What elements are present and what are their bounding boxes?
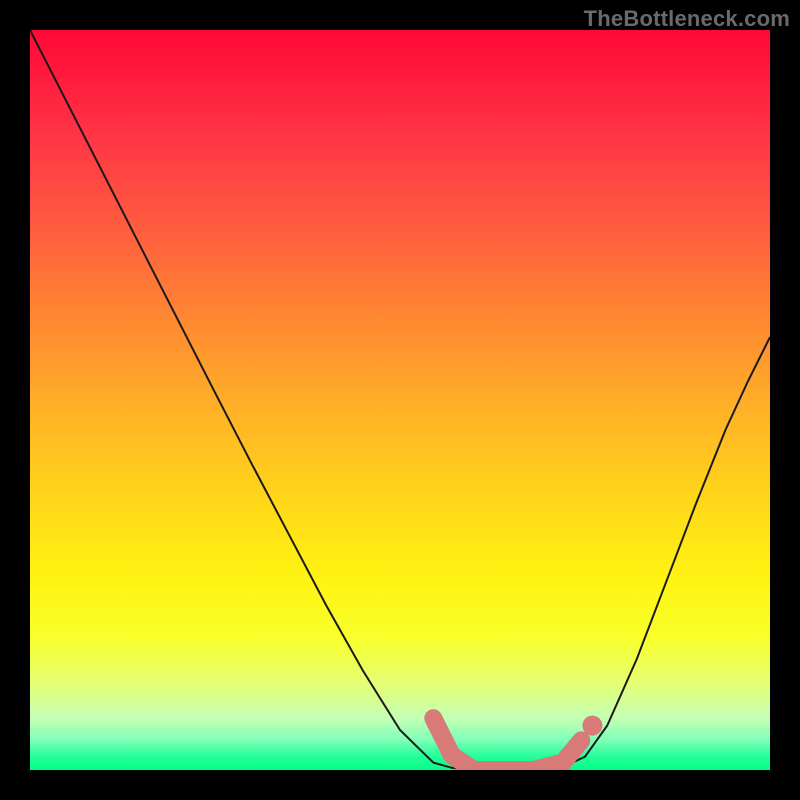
watermark-text: TheBottleneck.com xyxy=(584,6,790,32)
chart-svg xyxy=(30,30,770,770)
bottleneck-curve xyxy=(30,30,770,770)
plot-area xyxy=(30,30,770,770)
sweet-spot-highlight xyxy=(433,718,581,770)
sweet-spot-dot xyxy=(582,716,602,736)
chart-stage: TheBottleneck.com xyxy=(0,0,800,800)
